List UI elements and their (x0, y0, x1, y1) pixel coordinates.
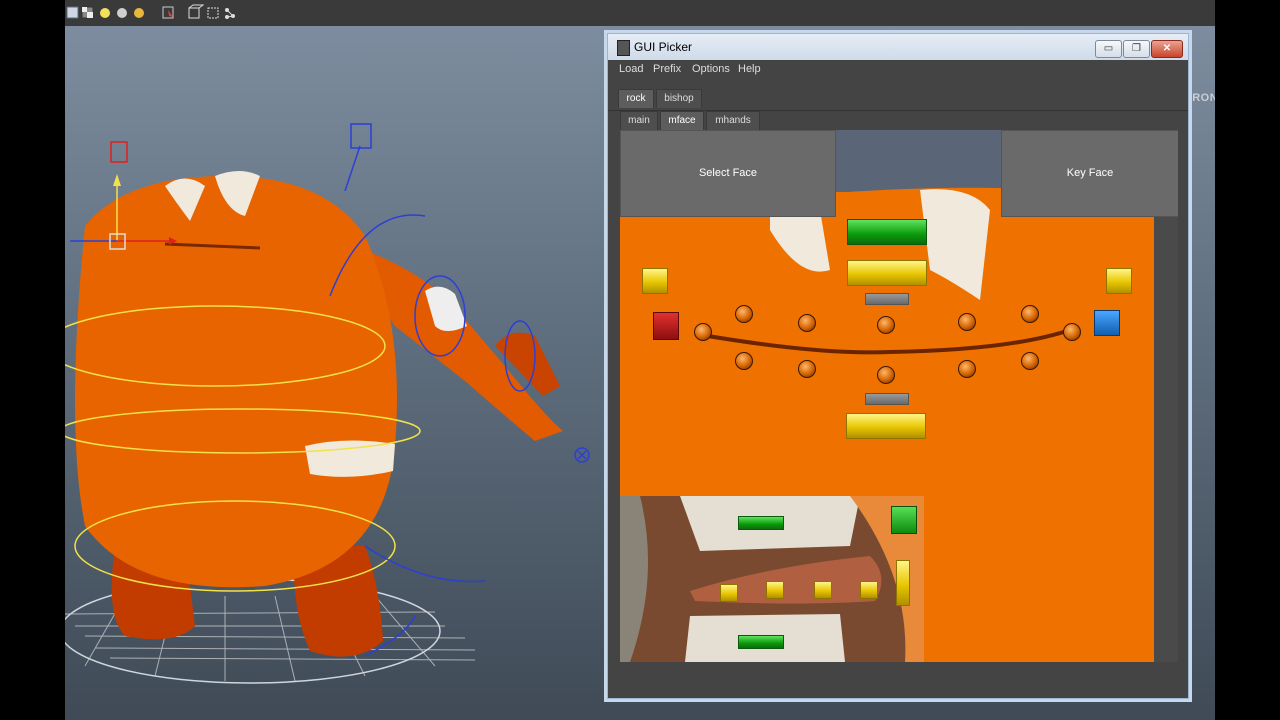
tongue-control[interactable] (720, 584, 738, 602)
lip-control[interactable] (877, 316, 895, 334)
letterbox-right (1215, 0, 1280, 720)
tongue-control[interactable] (860, 581, 878, 599)
letterbox-left (0, 0, 65, 720)
menu-options[interactable]: Options (692, 63, 730, 75)
lip-control[interactable] (1063, 323, 1081, 341)
mouth-green-control[interactable] (891, 506, 917, 534)
upper-teeth-control[interactable] (738, 516, 784, 530)
window-footer (608, 666, 1188, 698)
lip-control[interactable] (735, 352, 753, 370)
toolbar-icons (66, 4, 235, 19)
cube-view-icon[interactable] (66, 6, 79, 19)
mouth-interior-panel (620, 496, 924, 662)
sphere-yellow-icon[interactable] (134, 8, 144, 18)
network-icon[interactable] (225, 8, 235, 19)
cheek-left-control[interactable] (642, 268, 668, 294)
mouth-corner-left-control[interactable] (653, 312, 679, 340)
box-icon[interactable] (188, 4, 205, 19)
tab-main[interactable]: main (620, 111, 658, 130)
tongue-control[interactable] (766, 581, 784, 599)
tongue-tip-control[interactable] (896, 560, 910, 606)
select-face-button[interactable]: Select Face (620, 130, 836, 217)
lip-control[interactable] (1021, 305, 1039, 323)
jaw-control[interactable] (846, 413, 926, 439)
app-icon (617, 40, 630, 56)
sphere-light-icon[interactable] (100, 8, 110, 18)
box-wire-icon[interactable] (207, 7, 219, 19)
maya-app: FRONT GUI Picker ▭ ❐ ✕ Load Prefix Optio… (65, 0, 1215, 720)
window-titlebar[interactable]: GUI Picker ▭ ❐ ✕ (608, 34, 1188, 60)
cheek-right-control[interactable] (1106, 268, 1132, 294)
menu-load[interactable]: Load (619, 63, 643, 75)
select-mask-icon[interactable] (162, 6, 174, 19)
checker-icon[interactable] (81, 6, 94, 19)
close-button[interactable]: ✕ (1151, 40, 1183, 58)
menu-prefix[interactable]: Prefix (653, 63, 681, 75)
lip-control[interactable] (694, 323, 712, 341)
nose-upper-control[interactable] (865, 293, 909, 305)
lip-control[interactable] (958, 313, 976, 331)
sphere-gray-icon[interactable] (117, 8, 127, 18)
key-face-button[interactable]: Key Face (1001, 130, 1178, 217)
minimize-button[interactable]: ▭ (1095, 40, 1122, 58)
lip-control[interactable] (958, 360, 976, 378)
brow-upper-control[interactable] (847, 260, 927, 286)
mouth-corner-right-control[interactable] (1094, 310, 1120, 336)
jaw-upper-control[interactable] (865, 393, 909, 405)
lip-control[interactable] (798, 314, 816, 332)
tongue-control[interactable] (814, 581, 832, 599)
lip-control[interactable] (798, 360, 816, 378)
lip-control[interactable] (1021, 352, 1039, 370)
face-picker-canvas: Select Face Key Face (620, 130, 1178, 662)
menu-bar: Load Prefix Options Help (608, 60, 1188, 80)
view-label: FRONT (1185, 92, 1215, 104)
section-tabs: main mface mhands (608, 110, 1188, 131)
top-toolbar (65, 0, 1215, 27)
lip-control[interactable] (735, 305, 753, 323)
lower-teeth-control[interactable] (738, 635, 784, 649)
gui-picker-window[interactable]: GUI Picker ▭ ❐ ✕ Load Prefix Options Hel… (607, 33, 1189, 699)
lip-control[interactable] (877, 366, 895, 384)
window-title: GUI Picker (634, 40, 693, 54)
character-tabs: rock bishop (608, 89, 1188, 109)
maximize-button[interactable]: ❐ (1123, 40, 1150, 58)
tab-bishop[interactable]: bishop (656, 89, 702, 108)
tab-rock[interactable]: rock (618, 89, 654, 108)
tab-mface[interactable]: mface (660, 111, 704, 130)
tab-mhands[interactable]: mhands (706, 111, 760, 130)
menu-help[interactable]: Help (738, 63, 761, 75)
brow-center-control[interactable] (847, 219, 927, 245)
